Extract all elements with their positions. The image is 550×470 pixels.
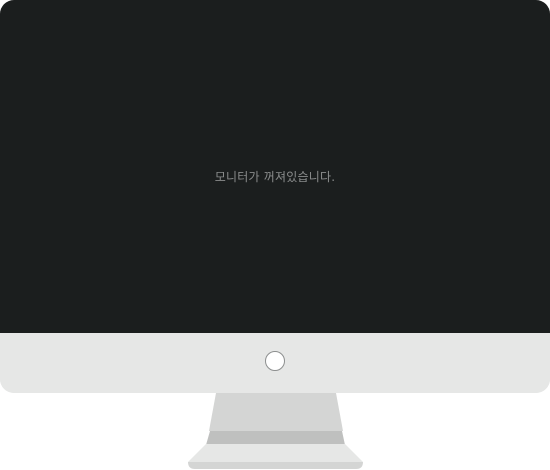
monitor-body: 모니터가 꺼져있습니다. (0, 0, 550, 393)
screen-off-message: 모니터가 꺼져있습니다. (214, 170, 336, 184)
monitor-illustration: 모니터가 꺼져있습니다. (0, 0, 550, 470)
monitor-stand-neck (206, 393, 345, 445)
monitor-stand-base (188, 444, 363, 469)
power-button[interactable] (265, 351, 285, 371)
monitor-screen: 모니터가 꺼져있습니다. (0, 0, 550, 333)
